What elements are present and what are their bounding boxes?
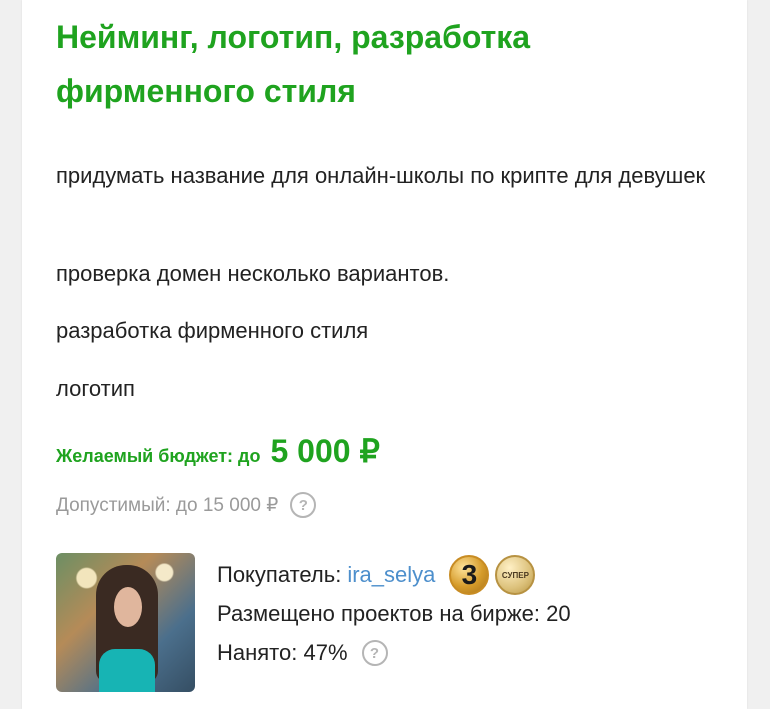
allowed-budget-text: Допустимый: до 15 000 ₽ <box>56 494 279 516</box>
description-line: проверка домен несколько вариантов. <box>56 261 450 286</box>
help-icon[interactable]: ? <box>290 492 317 518</box>
project-card: Нейминг, логотип, разработка фирменного … <box>22 0 747 709</box>
buyer-avatar[interactable] <box>56 553 195 692</box>
project-title[interactable]: Нейминг, логотип, разработка фирменного … <box>56 10 656 118</box>
help-icon[interactable]: ? <box>361 640 388 666</box>
projects-posted: Размещено проектов на бирже: 20 <box>217 601 571 626</box>
desired-budget: Желаемый бюджет: до 5 000 ₽ <box>56 432 380 470</box>
budget-label: Желаемый бюджет: до <box>56 446 261 466</box>
description-line: придумать название для онлайн-школы по к… <box>56 163 706 188</box>
hired-text: Нанято: 47% <box>217 640 348 665</box>
allowed-budget: Допустимый: до 15 000 ₽ ? <box>56 492 317 518</box>
buyer-label: Покупатель: <box>217 562 342 587</box>
buyer-line: Покупатель: ira_selya 3 СУПЕР <box>217 555 536 595</box>
avatar-face <box>114 587 142 627</box>
description-line: разработка фирменного стиля <box>56 318 369 343</box>
buyer-name-link[interactable]: ira_selya <box>347 562 435 588</box>
avatar-clothing <box>99 649 155 692</box>
level-badge-icon: 3 <box>449 555 490 595</box>
hired-rate: Нанято: 47% ? <box>217 640 388 666</box>
super-badge-icon: СУПЕР <box>495 555 536 595</box>
description-line: логотип <box>56 376 135 401</box>
budget-value: 5 000 ₽ <box>270 433 380 469</box>
